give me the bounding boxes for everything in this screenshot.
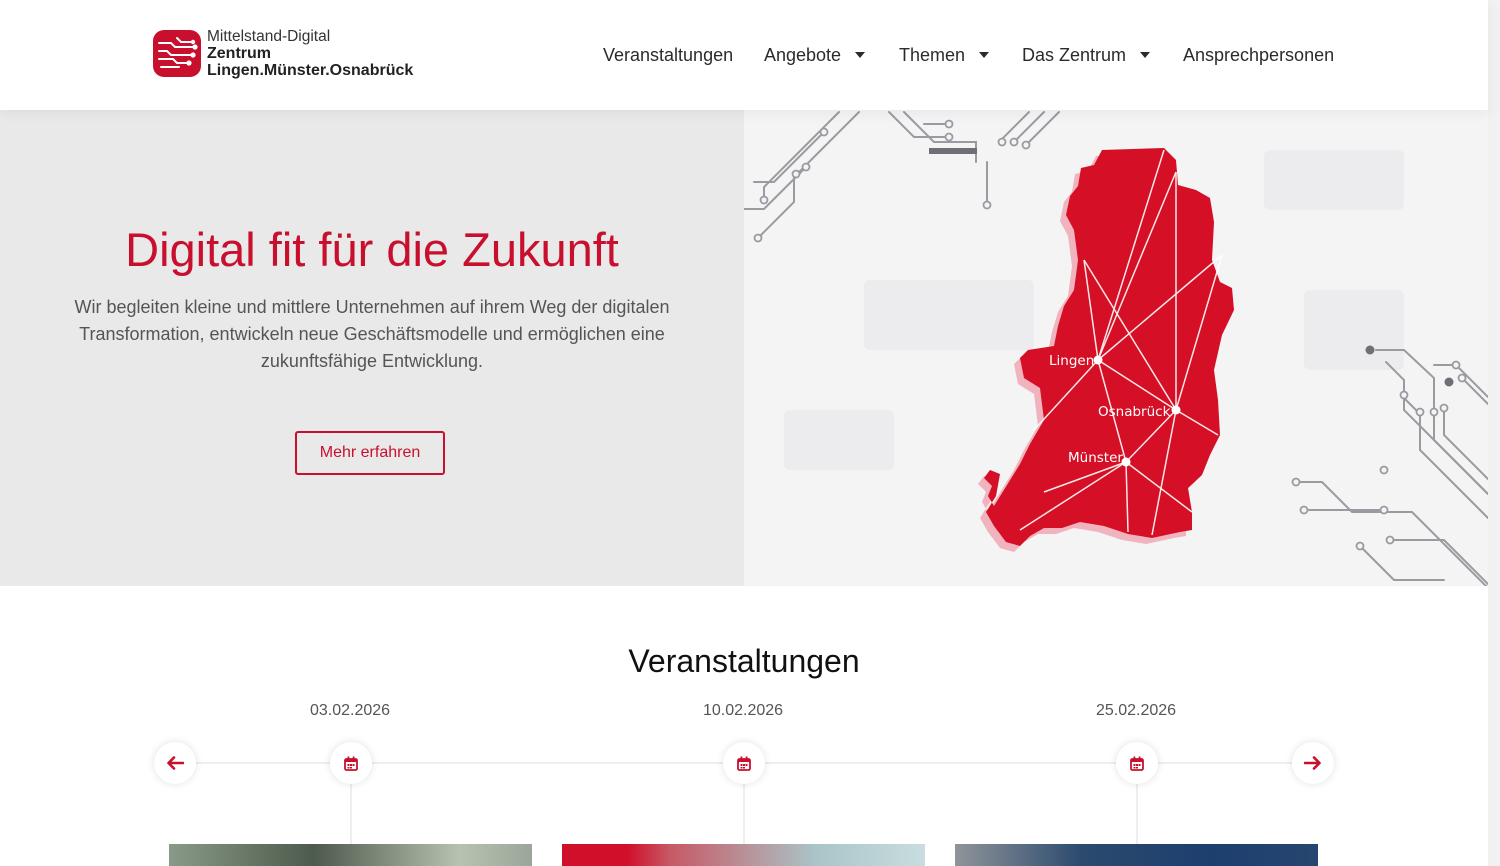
event-date: 10.02.2026 — [702, 702, 784, 719]
calendar-icon — [1130, 756, 1144, 771]
calendar-icon — [737, 756, 751, 771]
nav-label: Angebote — [764, 45, 842, 65]
nav-label: Ansprechpersonen — [1183, 45, 1335, 65]
caret-down-icon — [979, 52, 990, 59]
region-map-illustration: Lingen Osnabrück Münster — [744, 111, 1488, 586]
main-nav: Veranstaltungen Angebote Themen Das Zent… — [603, 0, 1334, 110]
site-header: Mittelstand-Digital Zentrum Lingen.Münst… — [0, 0, 1488, 110]
logo-text: Mittelstand-Digital Zentrum Lingen.Münst… — [207, 28, 413, 79]
event-card-image[interactable] — [955, 844, 1318, 866]
nav-label: Themen — [899, 45, 966, 65]
event-card-image[interactable] — [169, 844, 532, 866]
timeline-connector — [1136, 780, 1138, 844]
nav-item-veranstaltungen[interactable]: Veranstaltungen — [603, 43, 733, 67]
timeline-connector — [743, 780, 745, 844]
timeline-event-marker[interactable] — [723, 742, 765, 784]
logo-line-2: Zentrum — [207, 45, 271, 62]
arrow-right-icon — [1304, 756, 1321, 770]
map-label-osnabrueck: Osnabrück — [1098, 404, 1171, 420]
nav-label: Veranstaltungen — [603, 45, 734, 65]
event-date: 03.02.2026 — [309, 702, 391, 719]
site-logo[interactable]: Mittelstand-Digital Zentrum Lingen.Münst… — [153, 28, 443, 80]
logo-line-3: Lingen.Münster.Osnabrück — [207, 62, 414, 79]
hero-map-image: Lingen Osnabrück Münster — [744, 110, 1488, 586]
caret-down-icon — [855, 52, 866, 59]
logo-line-1: Mittelstand-Digital — [207, 28, 331, 45]
event-date: 25.02.2026 — [1095, 702, 1177, 719]
hero-title: Digital fit für die Zukunft — [125, 223, 619, 276]
calendar-icon — [344, 756, 358, 771]
events-section-title: Veranstaltungen — [628, 643, 860, 679]
arrow-left-icon — [167, 756, 184, 770]
logo-circuit-icon — [153, 30, 201, 77]
map-label-muenster: Münster — [1068, 450, 1123, 466]
timeline-event-marker[interactable] — [1116, 742, 1158, 784]
hero-description: Wir begleiten kleine und mittlere Untern… — [74, 297, 670, 371]
timeline-next-button[interactable] — [1292, 742, 1334, 784]
caret-down-icon — [1140, 52, 1151, 59]
map-label-lingen: Lingen — [1049, 353, 1094, 369]
nav-label: Das Zentrum — [1022, 45, 1127, 65]
more-info-button[interactable]: Mehr erfahren — [295, 431, 445, 475]
event-card-image[interactable] — [562, 844, 925, 866]
nav-item-das-zentrum[interactable]: Das Zentrum — [1022, 43, 1151, 67]
nav-item-ansprechpersonen[interactable]: Ansprechpersonen — [1183, 43, 1334, 67]
nav-item-angebote[interactable]: Angebote — [764, 43, 866, 67]
timeline-prev-button[interactable] — [154, 742, 196, 784]
timeline-event-marker[interactable] — [330, 742, 372, 784]
nav-item-themen[interactable]: Themen — [899, 43, 990, 67]
page-scrollbar[interactable] — [1488, 0, 1500, 866]
timeline-connector — [350, 780, 352, 844]
